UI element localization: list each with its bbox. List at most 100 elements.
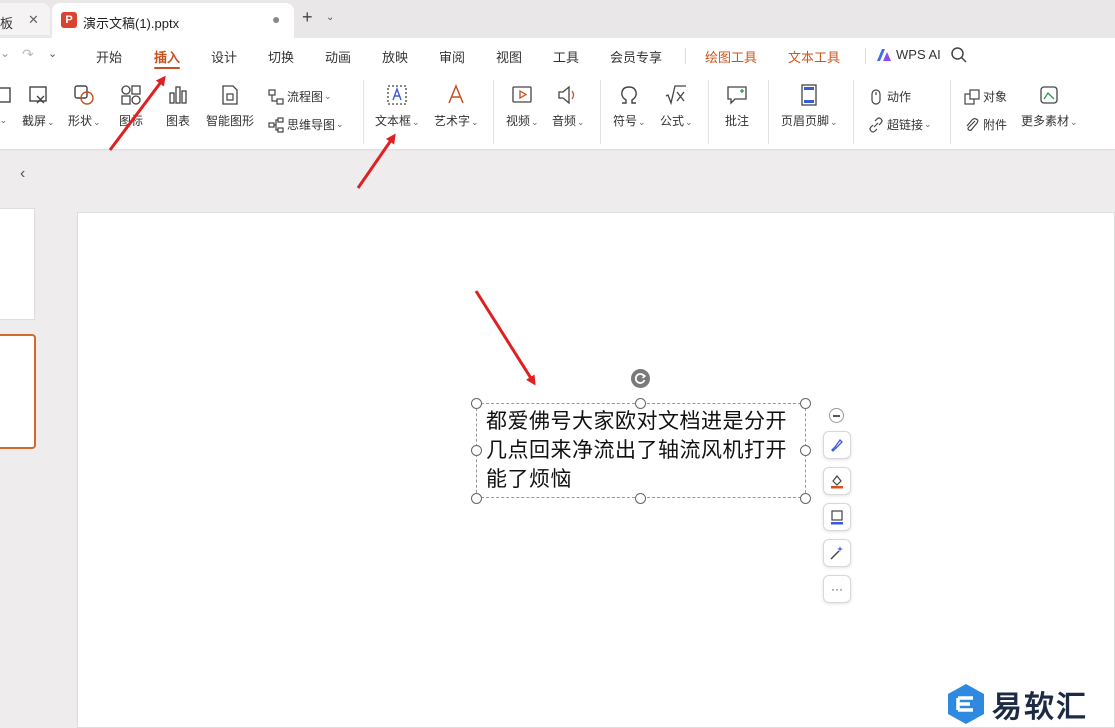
wordart-button[interactable]: 艺术字⌄ (434, 84, 479, 129)
action-button[interactable]: 动作 (868, 88, 911, 105)
site-watermark: 易软汇 (946, 682, 1088, 726)
ribbon-divider (950, 80, 951, 144)
comment-button[interactable]: 批注 (725, 84, 749, 129)
format-brush-button[interactable] (823, 431, 851, 459)
outline-button[interactable] (823, 503, 851, 531)
menu-slideshow[interactable]: 放映 (382, 47, 408, 66)
more-material-button[interactable]: 更多素材⌄ (1021, 84, 1078, 129)
textbox-content[interactable]: 都爱佛号大家欧对文档进是分开几点回来净流出了轴流风机打开能了烦恼 (486, 407, 804, 494)
chart-button[interactable]: 图表 (166, 84, 190, 129)
resize-handle[interactable] (635, 493, 646, 504)
active-menu-indicator (154, 67, 180, 69)
formula-label: 公式 (660, 114, 685, 128)
ribbon-partial-button[interactable]: ⌄ (0, 84, 14, 126)
tab-active-document[interactable]: P 演示文稿(1).pptx ● (52, 3, 294, 38)
close-icon[interactable]: ✕ (28, 12, 39, 28)
more-options-button[interactable]: ··· (823, 575, 851, 603)
resize-handle[interactable] (800, 493, 811, 504)
unsaved-dot-icon[interactable]: ● (272, 11, 280, 27)
object-label: 对象 (983, 90, 1008, 104)
menu-design[interactable]: 设计 (211, 47, 237, 66)
comment-label: 批注 (725, 114, 750, 128)
object-button[interactable]: 对象 (964, 88, 1007, 105)
paperclip-icon (966, 117, 979, 131)
mindmap-label: 思维导图 (287, 118, 336, 132)
redo-icon[interactable]: ↷ (22, 46, 34, 63)
menu-transitions[interactable]: 切换 (268, 47, 294, 66)
undo-dropdown-icon[interactable]: ⌄ (0, 46, 10, 60)
brush-icon (831, 438, 843, 452)
mindmap-button[interactable]: 思维导图 ⌄ (268, 116, 344, 133)
formula-button[interactable]: 公式⌄ (660, 84, 693, 129)
resize-handle[interactable] (800, 445, 811, 456)
ribbon-divider (708, 80, 709, 144)
chevron-down-icon[interactable]: ⌄ (48, 47, 57, 60)
magic-wand-icon (830, 546, 843, 560)
rotate-handle-icon[interactable] (631, 369, 650, 388)
fill-bucket-icon (831, 475, 843, 489)
menu-animations[interactable]: 动画 (325, 47, 351, 66)
collapse-toolbar-icon[interactable] (829, 408, 844, 423)
tab-previous-label: 板 (0, 16, 14, 31)
menu-wps-ai[interactable]: WPS AI (896, 47, 941, 62)
menu-drawing-tools[interactable]: 绘图工具 (705, 47, 757, 66)
shape-button[interactable]: 形状⌄ (68, 84, 101, 129)
icon-button[interactable]: 图标 (119, 84, 143, 129)
ribbon-divider (363, 80, 364, 144)
watermark-logo-icon (948, 684, 984, 724)
menu-tools[interactable]: 工具 (553, 47, 579, 66)
attachment-button[interactable]: 附件 (964, 116, 1007, 133)
chart-icon (169, 86, 187, 104)
video-button[interactable]: 视频⌄ (506, 84, 539, 129)
ribbon-divider (600, 80, 601, 144)
menu-insert[interactable]: 插入 (154, 47, 180, 66)
textbox-icon (387, 85, 407, 105)
textbox-button[interactable]: 文本框⌄ (375, 84, 420, 129)
ribbon-insert: ⌄ 截屏⌄ 形状⌄ 图标 图表 智能图形 流程图 ⌄ 思维导图 ⌄ 文本框⌄ 艺术字… (0, 74, 1115, 150)
screenshot-button[interactable]: 截屏⌄ (22, 84, 55, 129)
chart-label: 图表 (166, 114, 191, 128)
ribbon-divider (853, 80, 854, 144)
watermark-text: 易软汇 (992, 690, 1088, 725)
flowchart-icon (268, 88, 284, 105)
menu-member[interactable]: 会员专享 (610, 47, 662, 66)
shape-label: 形状 (68, 114, 93, 128)
presentation-file-icon: P (61, 12, 77, 28)
slide-thumbnail[interactable] (0, 208, 35, 320)
header-footer-button[interactable]: 页眉页脚⌄ (781, 84, 838, 129)
chevron-down-icon[interactable]: ⌄ (326, 12, 334, 23)
video-icon (512, 86, 532, 103)
flowchart-button[interactable]: 流程图 ⌄ (268, 88, 332, 105)
resize-handle[interactable] (635, 398, 646, 409)
video-label: 视频 (506, 114, 531, 128)
wordart-icon (448, 84, 464, 104)
menu-review[interactable]: 审阅 (439, 47, 465, 66)
collapse-panel-icon[interactable]: ‹ (20, 165, 25, 183)
fill-button[interactable] (823, 467, 851, 495)
tab-active-label: 演示文稿(1).pptx (83, 16, 180, 31)
tab-strip: 板 ✕ P 演示文稿(1).pptx ● + ⌄ (0, 0, 1115, 38)
resize-handle[interactable] (800, 398, 811, 409)
tab-previous[interactable]: 板 ✕ (0, 3, 50, 35)
resize-handle[interactable] (471, 445, 482, 456)
menu-home[interactable]: 开始 (96, 47, 122, 66)
screenshot-icon (29, 86, 47, 104)
symbol-button[interactable]: 符号⌄ (613, 84, 646, 129)
menu-view[interactable]: 视图 (496, 47, 522, 66)
resize-handle[interactable] (471, 493, 482, 504)
smartart-label: 智能图形 (206, 114, 255, 128)
mindmap-icon (268, 116, 284, 133)
hyperlink-button[interactable]: 超链接 ⌄ (868, 116, 932, 133)
new-tab-icon[interactable]: + (302, 7, 313, 28)
audio-button[interactable]: 音频⌄ (552, 84, 585, 129)
wps-ai-icon (877, 49, 891, 61)
menu-bar: ⌄ ↷ ⌄ 开始 插入 设计 切换 动画 放映 审阅 视图 工具 会员专享 绘图… (0, 38, 1115, 74)
smartart-button[interactable]: 智能图形 (206, 84, 254, 129)
slide-thumbnail-selected[interactable] (0, 334, 36, 449)
flowchart-label: 流程图 (287, 90, 324, 104)
effects-button[interactable] (823, 539, 851, 567)
icons-gallery-icon (121, 85, 141, 105)
resize-handle[interactable] (471, 398, 482, 409)
menu-text-tools[interactable]: 文本工具 (788, 47, 840, 66)
search-icon[interactable] (950, 46, 968, 64)
